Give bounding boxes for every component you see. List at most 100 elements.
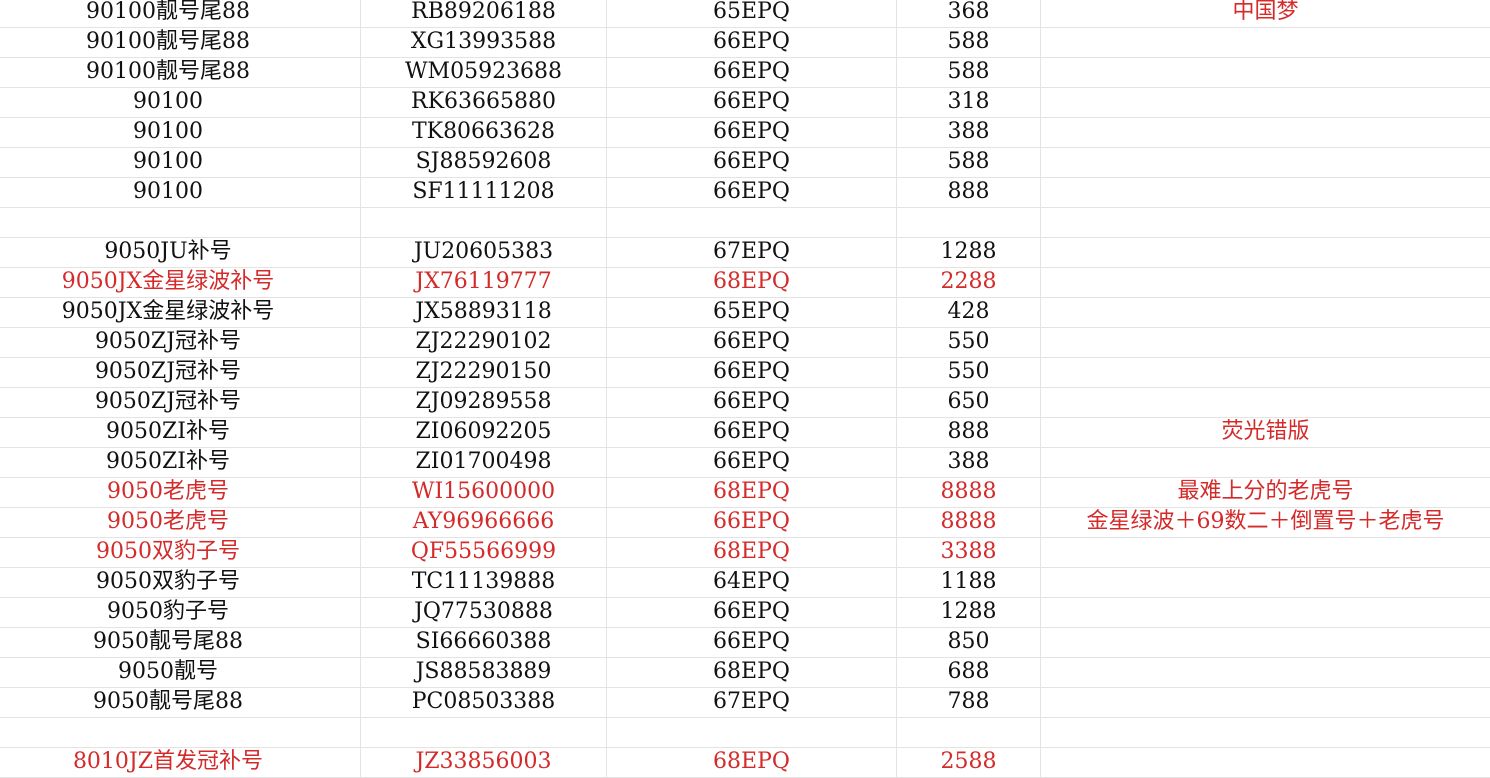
cell-empty[interactable]: [336, 358, 360, 388]
cell-price[interactable]: 650: [896, 388, 1040, 418]
cell-empty[interactable]: [336, 418, 360, 448]
cell-name[interactable]: 9050靓号尾88: [0, 688, 336, 718]
cell-empty[interactable]: [336, 328, 360, 358]
cell-name[interactable]: 90100靓号尾88: [0, 58, 336, 88]
cell-empty[interactable]: [336, 688, 360, 718]
cell-note[interactable]: [1040, 538, 1490, 568]
cell-empty[interactable]: [336, 118, 360, 148]
cell-empty[interactable]: [336, 598, 360, 628]
cell-name[interactable]: 9050豹子号: [0, 598, 336, 628]
cell-empty[interactable]: [336, 178, 360, 208]
cell-grade[interactable]: 66EPQ: [606, 118, 896, 148]
cell-note[interactable]: [1040, 598, 1490, 628]
cell-serial[interactable]: ZJ22290102: [360, 328, 606, 358]
cell-empty[interactable]: [336, 538, 360, 568]
cell-grade[interactable]: 66EPQ: [606, 88, 896, 118]
cell-price[interactable]: 850: [896, 628, 1040, 658]
cell-empty[interactable]: [336, 448, 360, 478]
cell-serial[interactable]: ZJ09289558: [360, 388, 606, 418]
cell-name[interactable]: 9050老虎号: [0, 508, 336, 538]
cell-note[interactable]: [1040, 628, 1490, 658]
cell-note[interactable]: [1040, 58, 1490, 88]
cell-name[interactable]: [0, 718, 336, 748]
cell-grade[interactable]: 66EPQ: [606, 448, 896, 478]
cell-grade[interactable]: 66EPQ: [606, 148, 896, 178]
cell-name[interactable]: 90100: [0, 118, 336, 148]
cell-price[interactable]: 550: [896, 328, 1040, 358]
cell-grade[interactable]: 66EPQ: [606, 178, 896, 208]
cell-empty[interactable]: [336, 0, 360, 28]
cell-empty[interactable]: [336, 658, 360, 688]
cell-grade[interactable]: 67EPQ: [606, 688, 896, 718]
cell-price[interactable]: 8888: [896, 508, 1040, 538]
cell-name[interactable]: [0, 208, 336, 238]
cell-serial[interactable]: QF55566999: [360, 538, 606, 568]
cell-note[interactable]: [1040, 28, 1490, 58]
cell-note[interactable]: [1040, 178, 1490, 208]
cell-note[interactable]: [1040, 568, 1490, 598]
cell-grade[interactable]: [606, 718, 896, 748]
cell-name[interactable]: 90100: [0, 148, 336, 178]
cell-serial[interactable]: JX76119777: [360, 268, 606, 298]
cell-grade[interactable]: 67EPQ: [606, 238, 896, 268]
cell-note[interactable]: 最难上分的老虎号: [1040, 478, 1490, 508]
cell-price[interactable]: [896, 208, 1040, 238]
cell-serial[interactable]: JU20605383: [360, 238, 606, 268]
cell-empty[interactable]: [336, 148, 360, 178]
cell-serial[interactable]: PC08503388: [360, 688, 606, 718]
cell-serial[interactable]: SJ88592608: [360, 148, 606, 178]
cell-grade[interactable]: 66EPQ: [606, 358, 896, 388]
cell-serial[interactable]: WM05923688: [360, 58, 606, 88]
cell-name[interactable]: 9050ZI补号: [0, 448, 336, 478]
cell-name[interactable]: 9050JU补号: [0, 238, 336, 268]
cell-price[interactable]: 368: [896, 0, 1040, 28]
cell-price[interactable]: 1288: [896, 598, 1040, 628]
cell-name[interactable]: 90100: [0, 88, 336, 118]
cell-price[interactable]: 388: [896, 118, 1040, 148]
cell-name[interactable]: 9050双豹子号: [0, 568, 336, 598]
cell-grade[interactable]: 66EPQ: [606, 58, 896, 88]
cell-grade[interactable]: 66EPQ: [606, 388, 896, 418]
cell-empty[interactable]: [336, 298, 360, 328]
cell-grade[interactable]: 66EPQ: [606, 328, 896, 358]
cell-price[interactable]: 2588: [896, 748, 1040, 778]
cell-price[interactable]: 588: [896, 28, 1040, 58]
cell-empty[interactable]: [336, 628, 360, 658]
cell-empty[interactable]: [336, 718, 360, 748]
cell-empty[interactable]: [336, 88, 360, 118]
cell-note[interactable]: [1040, 268, 1490, 298]
cell-serial[interactable]: ZJ22290150: [360, 358, 606, 388]
cell-serial[interactable]: JZ33856003: [360, 748, 606, 778]
cell-empty[interactable]: [336, 28, 360, 58]
cell-serial[interactable]: ZI06092205: [360, 418, 606, 448]
cell-serial[interactable]: AY96966666: [360, 508, 606, 538]
cell-grade[interactable]: 68EPQ: [606, 658, 896, 688]
cell-grade[interactable]: 66EPQ: [606, 28, 896, 58]
cell-note[interactable]: [1040, 118, 1490, 148]
cell-name[interactable]: 90100靓号尾88: [0, 0, 336, 28]
cell-serial[interactable]: ZI01700498: [360, 448, 606, 478]
cell-serial[interactable]: JQ77530888: [360, 598, 606, 628]
cell-note[interactable]: [1040, 448, 1490, 478]
cell-empty[interactable]: [336, 58, 360, 88]
cell-grade[interactable]: 68EPQ: [606, 748, 896, 778]
cell-note[interactable]: [1040, 148, 1490, 178]
cell-price[interactable]: 1188: [896, 568, 1040, 598]
cell-note[interactable]: [1040, 388, 1490, 418]
cell-empty[interactable]: [336, 238, 360, 268]
cell-name[interactable]: 9050双豹子号: [0, 538, 336, 568]
cell-price[interactable]: 428: [896, 298, 1040, 328]
cell-note[interactable]: [1040, 748, 1490, 778]
cell-note[interactable]: [1040, 88, 1490, 118]
cell-note[interactable]: [1040, 658, 1490, 688]
cell-name[interactable]: 8010JZ首发冠补号: [0, 748, 336, 778]
cell-name[interactable]: 9050ZJ冠补号: [0, 388, 336, 418]
cell-name[interactable]: 9050老虎号: [0, 478, 336, 508]
cell-grade[interactable]: 68EPQ: [606, 268, 896, 298]
cell-serial[interactable]: JX58893118: [360, 298, 606, 328]
cell-note[interactable]: [1040, 718, 1490, 748]
cell-name[interactable]: 9050靓号: [0, 658, 336, 688]
cell-grade[interactable]: 65EPQ: [606, 0, 896, 28]
cell-name[interactable]: 9050ZJ冠补号: [0, 358, 336, 388]
cell-name[interactable]: 9050ZI补号: [0, 418, 336, 448]
